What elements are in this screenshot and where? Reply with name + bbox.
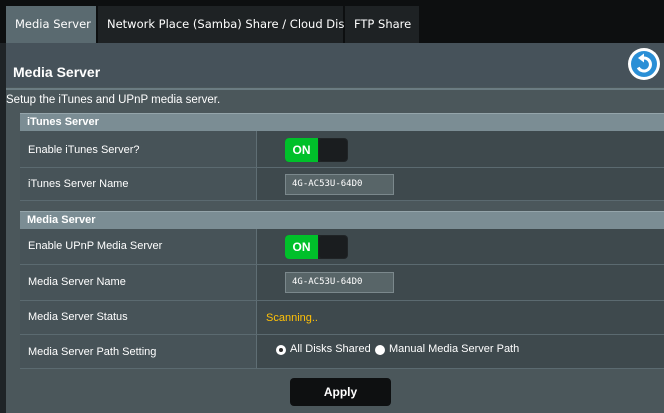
itunes-name-row: iTunes Server Name 4G-AC53U-64D0 <box>20 168 664 201</box>
media-status-label: Media Server Status <box>28 311 128 323</box>
all-disks-shared-label[interactable]: All Disks Shared <box>290 343 371 355</box>
toggle-knob <box>319 139 347 161</box>
media-status-cell <box>257 301 664 334</box>
manual-path-label[interactable]: Manual Media Server Path <box>389 343 519 355</box>
back-arrow-icon <box>631 51 657 77</box>
tab-media-server[interactable]: Media Server <box>6 6 96 43</box>
toggle-on-label: ON <box>285 138 318 162</box>
tab-network-place-share[interactable]: Network Place (Samba) Share / Cloud Disk <box>98 6 351 43</box>
itunes-server-name-input[interactable]: 4G-AC53U-64D0 <box>285 174 394 195</box>
media-path-row: Media Server Path Setting All Disks Shar… <box>20 335 664 369</box>
itunes-enable-toggle[interactable]: ON <box>285 138 348 162</box>
itunes-enable-row: Enable iTunes Server? ON <box>20 131 664 168</box>
tab-ftp-share[interactable]: FTP Share <box>345 6 419 43</box>
upnp-enable-label: Enable UPnP Media Server <box>28 240 163 252</box>
page-header <box>6 43 664 87</box>
upnp-enable-cell: ON <box>257 229 664 264</box>
media-path-label: Media Server Path Setting <box>28 346 157 358</box>
media-name-row: Media Server Name 4G-AC53U-64D0 <box>20 265 664 301</box>
media-path-cell: All Disks Shared Manual Media Server Pat… <box>257 335 664 368</box>
media-server-name-input[interactable]: 4G-AC53U-64D0 <box>285 272 394 293</box>
toggle-knob <box>319 236 347 258</box>
apply-button[interactable]: Apply <box>290 378 391 406</box>
media-status-row: Media Server Status Scanning.. <box>20 301 664 335</box>
media-section-title: Media Server <box>27 214 96 226</box>
media-name-cell: 4G-AC53U-64D0 <box>257 265 664 300</box>
page-description: Setup the iTunes and UPnP media server. <box>6 94 221 106</box>
itunes-name-cell: 4G-AC53U-64D0 <box>257 168 664 200</box>
manual-path-radio[interactable] <box>375 345 385 355</box>
itunes-enable-label: Enable iTunes Server? <box>28 144 140 156</box>
back-button[interactable] <box>628 48 660 80</box>
header-divider <box>6 88 664 90</box>
itunes-section-title: iTunes Server <box>27 116 99 128</box>
tab-bar: Media Server Network Place (Samba) Share… <box>0 0 664 43</box>
itunes-section-header: iTunes Server <box>20 113 664 131</box>
itunes-name-label: iTunes Server Name <box>28 178 129 190</box>
itunes-enable-cell: ON <box>257 131 664 167</box>
all-disks-shared-radio[interactable] <box>276 345 286 355</box>
media-name-label: Media Server Name <box>28 276 126 288</box>
media-status-value: Scanning.. <box>266 312 318 324</box>
page-title: Media Server <box>13 64 101 80</box>
upnp-enable-row: Enable UPnP Media Server ON <box>20 229 664 265</box>
toggle-on-label: ON <box>285 235 318 259</box>
upnp-enable-toggle[interactable]: ON <box>285 235 348 259</box>
media-section-header: Media Server <box>20 211 664 229</box>
